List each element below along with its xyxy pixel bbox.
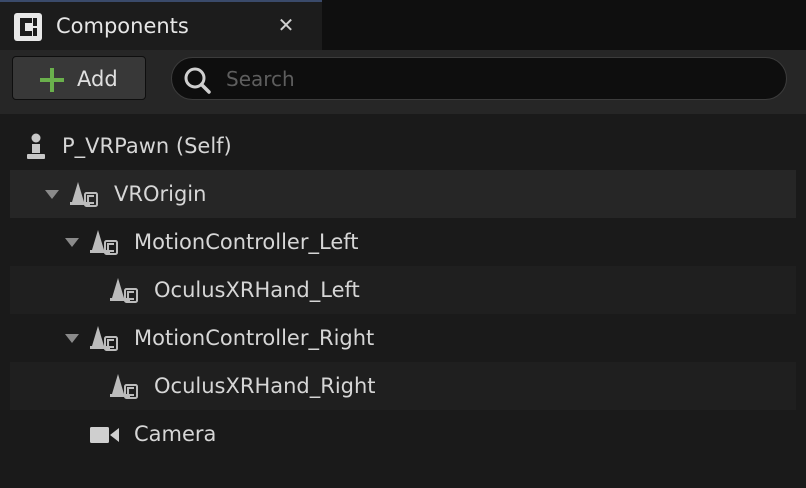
tree-row-motioncontroller-left[interactable]: MotionController_Left (10, 218, 796, 266)
search-icon (182, 65, 212, 95)
tree-row-label: MotionController_Left (134, 230, 359, 254)
chevron-down-icon[interactable] (64, 330, 80, 346)
search-box[interactable] (171, 57, 787, 100)
scene-component-icon (108, 276, 140, 306)
tree-row-label: OculusXRHand_Left (154, 278, 360, 302)
tree-row-motioncontroller-right[interactable]: MotionController_Right (10, 314, 796, 362)
tree-row-label: P_VRPawn (Self) (62, 134, 232, 158)
chevron-down-icon[interactable] (44, 186, 60, 202)
toolbar: Add (0, 50, 806, 114)
search-input[interactable] (226, 64, 766, 94)
plus-icon (39, 67, 65, 93)
tab-components[interactable]: Components ✕ (0, 0, 322, 50)
components-panel: Components ✕ Add Search P_VRPawn (Self) … (0, 0, 806, 488)
tab-strip: Components ✕ (0, 0, 806, 50)
scene-component-icon (88, 228, 120, 258)
tab-title: Components (56, 14, 189, 38)
tree-row-vrorigin[interactable]: VROrigin (10, 170, 796, 218)
scene-component-icon (68, 180, 100, 210)
close-icon[interactable]: ✕ (273, 12, 299, 38)
scene-component-icon (108, 372, 140, 402)
components-blueprint-icon (13, 12, 43, 42)
tree-row-p-vrpawn[interactable]: P_VRPawn (Self) (10, 122, 796, 170)
tree-row-oculusxrhand-left[interactable]: OculusXRHand_Left (10, 266, 796, 314)
tree-row-label: OculusXRHand_Right (154, 374, 376, 398)
add-button-label: Add (77, 67, 118, 91)
chevron-down-icon[interactable] (64, 234, 80, 250)
tree-row-label: MotionController_Right (134, 326, 375, 350)
tree-row-label: Camera (134, 422, 217, 446)
tree-row-oculusxrhand-right[interactable]: OculusXRHand_Right (10, 362, 796, 410)
tree-row-camera[interactable]: Camera (10, 410, 796, 458)
component-tree: P_VRPawn (Self) VROrigin MotionControlle… (0, 114, 806, 488)
pawn-icon (20, 132, 52, 162)
scene-component-icon (88, 324, 120, 354)
tree-row-label: VROrigin (114, 182, 207, 206)
camera-icon (88, 420, 120, 450)
add-component-button[interactable]: Add (12, 56, 146, 100)
